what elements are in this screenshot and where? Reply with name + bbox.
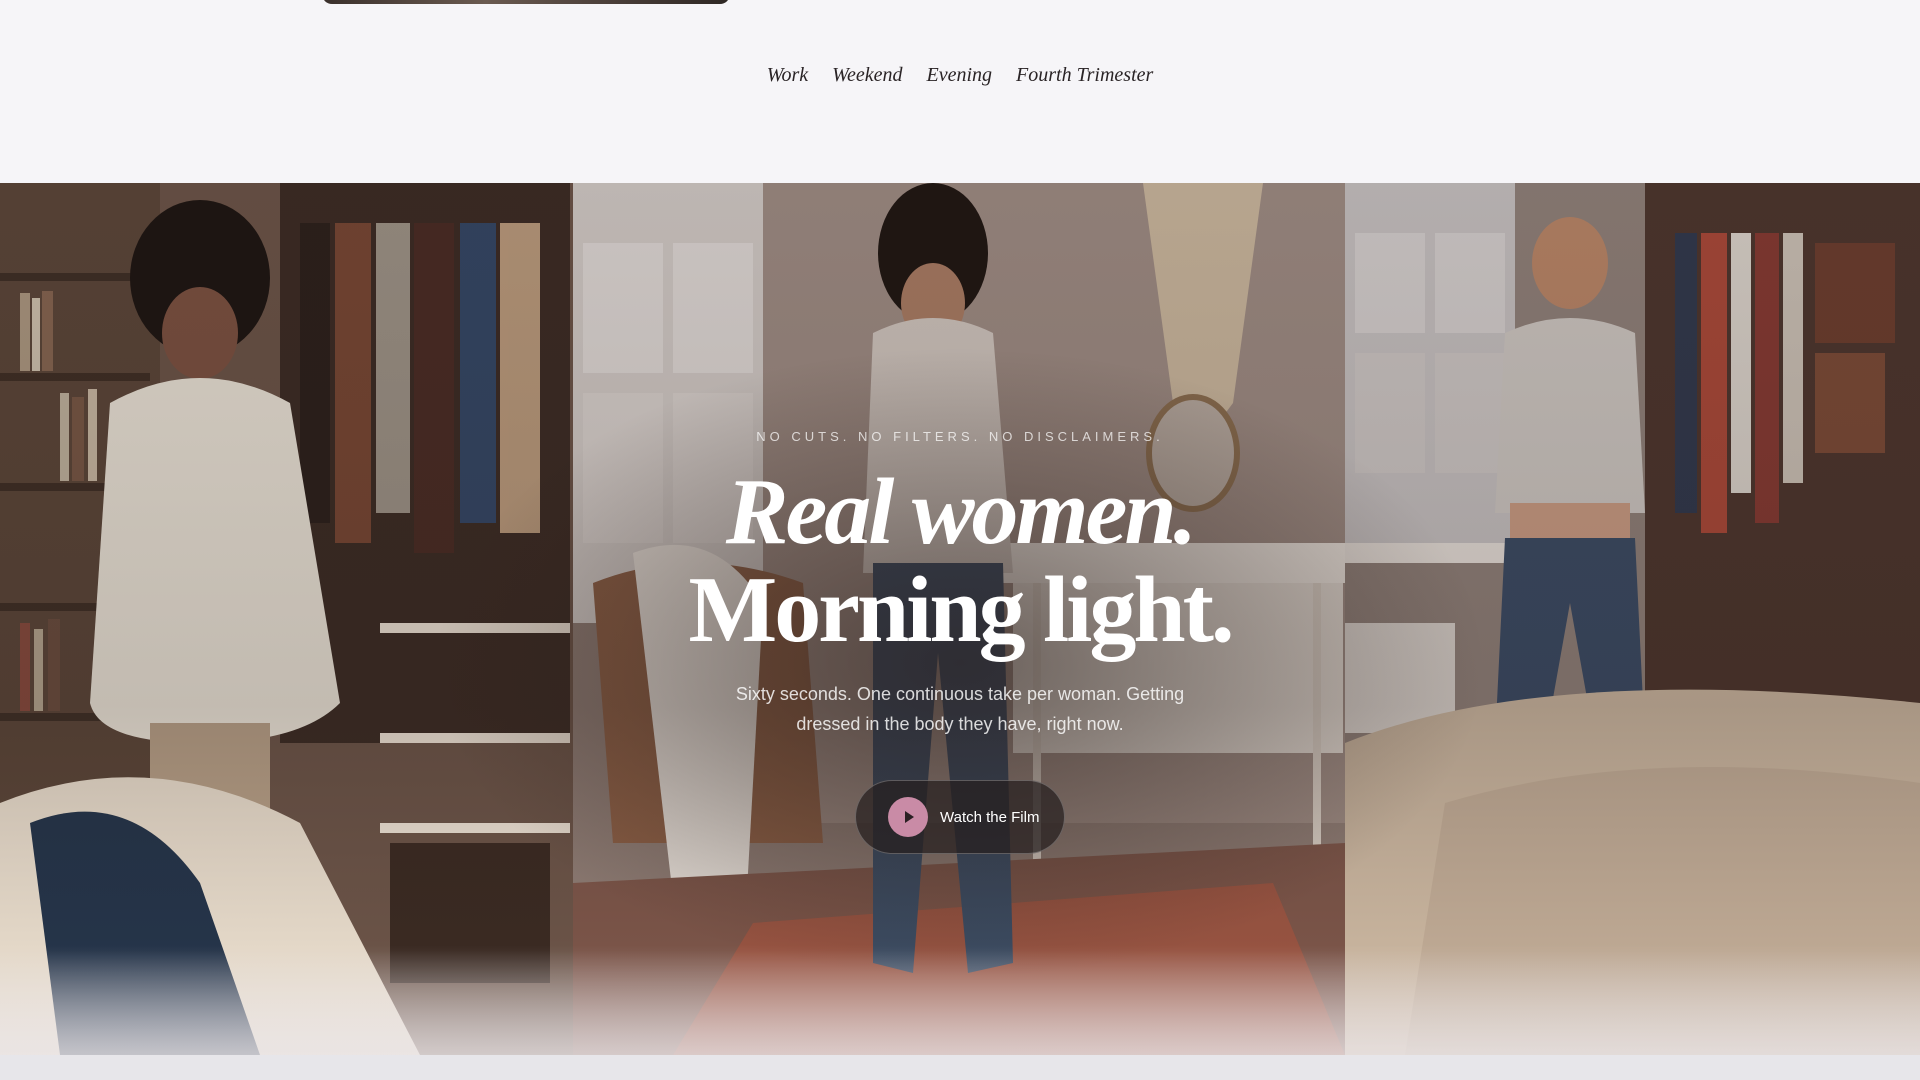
page: Work Weekend Evening Fourth Trimester NO… [0,0,1920,1080]
nav-item-work[interactable]: Work [767,64,808,87]
watch-film-label: Watch the Film [940,808,1040,826]
hero-subcopy: Sixty seconds. One continuous take per w… [735,684,1185,734]
category-nav: Work Weekend Evening Fourth Trimester [0,64,1920,87]
hero-content: NO CUTS. NO FILTERS. NO DISCLAIMERS. Rea… [0,183,1920,1055]
hero-section: NO CUTS. NO FILTERS. NO DISCLAIMERS. Rea… [0,183,1920,1055]
next-section-edge [0,1055,1920,1080]
headline-line-1: Real women. [725,460,1197,564]
play-icon [888,797,928,837]
previous-card-edge [322,0,730,4]
watch-film-button[interactable]: Watch the Film [855,780,1065,854]
nav-item-fourth-trimester[interactable]: Fourth Trimester [1016,64,1153,87]
headline-line-2: Morning light. [688,558,1235,662]
hero-headline: Real women. Morning light. [0,463,1920,659]
nav-item-evening[interactable]: Evening [927,64,993,87]
hero-eyebrow: NO CUTS. NO FILTERS. NO DISCLAIMERS. [756,429,1164,444]
nav-item-weekend[interactable]: Weekend [832,64,902,87]
